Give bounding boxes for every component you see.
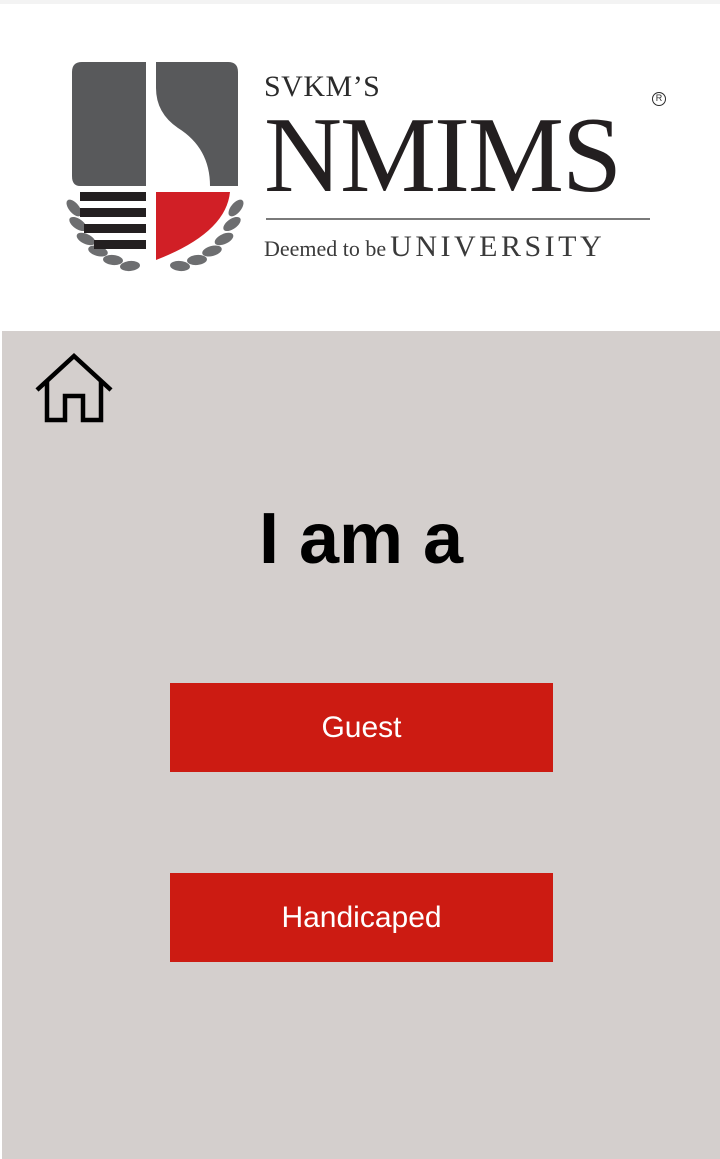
logo-divider xyxy=(266,218,650,220)
logo-name: NMIMS xyxy=(264,96,622,215)
role-selection-panel: I am a Guest Handicaped xyxy=(2,331,720,1159)
logo-tagline: Deemed to be UNIVERSITY xyxy=(264,230,605,264)
home-icon xyxy=(35,352,113,423)
university-crest-icon xyxy=(66,62,244,272)
logo-wordmark: SVKM’S R NMIMS Deemed to be UNIVERSITY xyxy=(264,58,666,280)
guest-button[interactable]: Guest xyxy=(170,683,553,772)
nmims-logo: SVKM’S R NMIMS Deemed to be UNIVERSITY xyxy=(60,58,670,280)
logo-tagline-small: Deemed to be xyxy=(264,236,387,261)
logo-tagline-big: UNIVERSITY xyxy=(390,230,606,263)
home-button[interactable] xyxy=(33,352,115,424)
handicaped-button[interactable]: Handicaped xyxy=(170,873,553,962)
page-title: I am a xyxy=(258,499,464,579)
app-header: SVKM’S R NMIMS Deemed to be UNIVERSITY xyxy=(0,4,720,331)
registered-mark: R xyxy=(652,92,666,106)
